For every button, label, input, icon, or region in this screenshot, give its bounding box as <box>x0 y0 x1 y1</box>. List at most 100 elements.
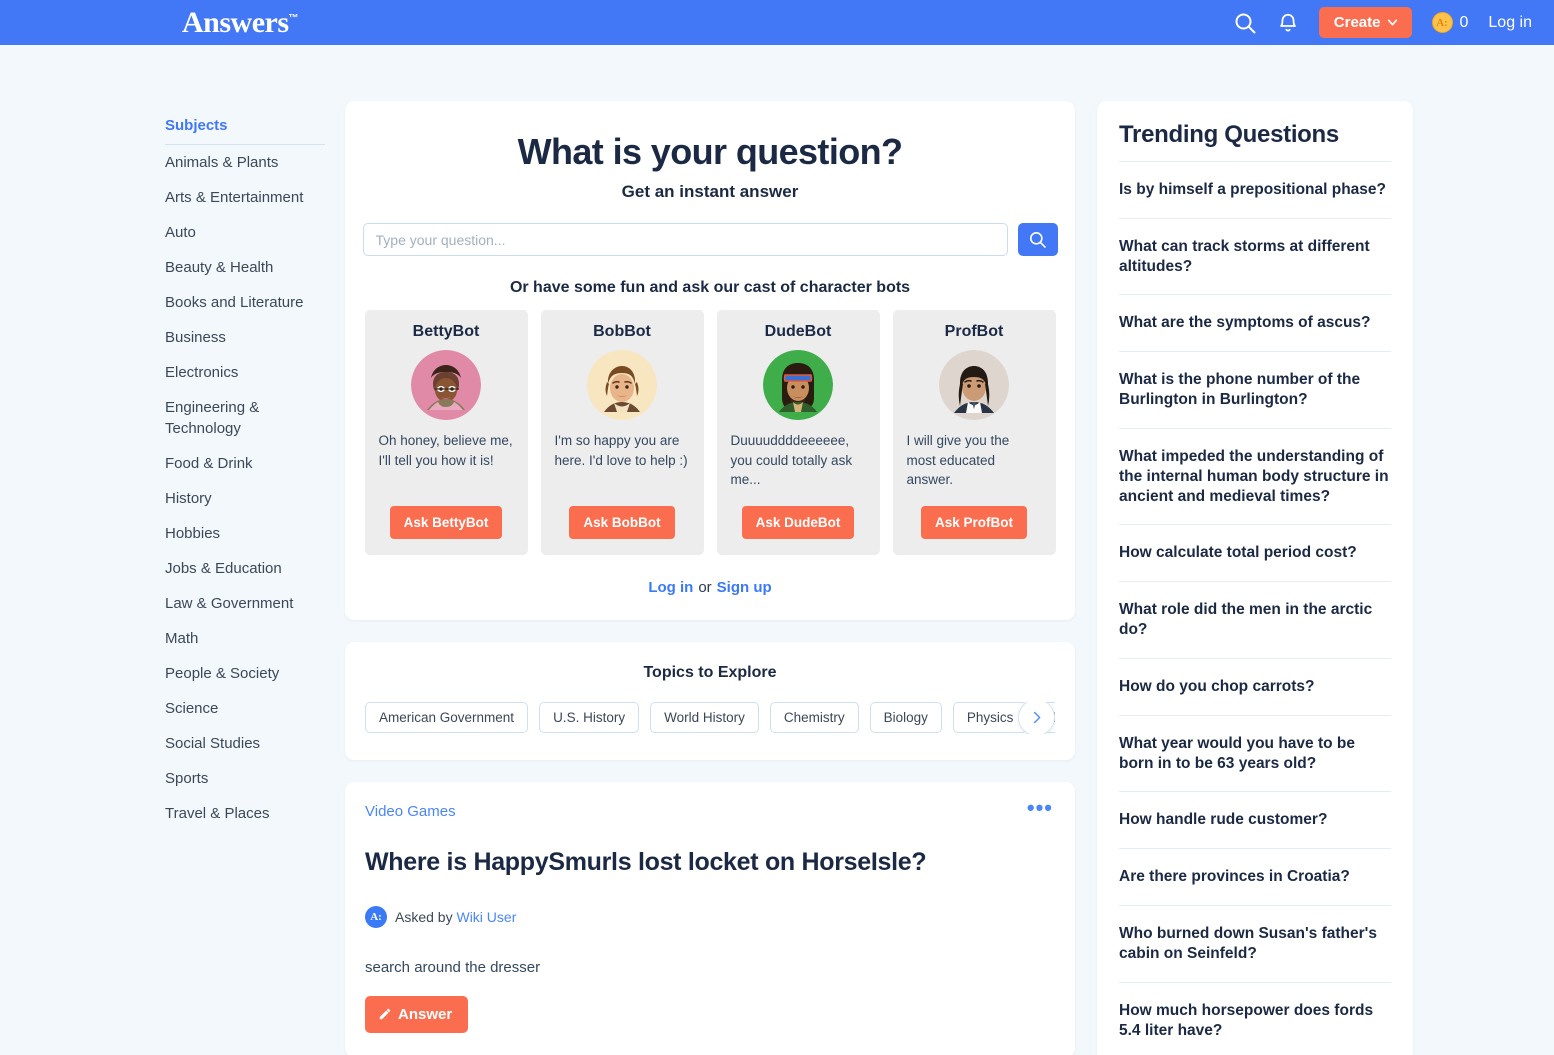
site-logo[interactable]: Answers™ <box>182 6 299 40</box>
trending-item[interactable]: How calculate total period cost? <box>1119 525 1391 583</box>
bot-card-bobbot[interactable]: BobBot I'm so happy you are here. I'd lo… <box>540 310 704 555</box>
search-icon <box>1029 231 1046 248</box>
ask-bettybot-button[interactable]: Ask BettyBot <box>389 505 503 539</box>
page-subtitle: Get an instant answer <box>621 182 799 201</box>
ask-dudebot-button[interactable]: Ask DudeBot <box>741 505 855 539</box>
pencil-icon <box>379 1008 391 1020</box>
trending-item[interactable]: What are the symptoms of ascus? <box>1119 295 1391 353</box>
bot-name: BobBot <box>593 323 651 340</box>
header-login-link[interactable]: Log in <box>1488 14 1532 32</box>
topics-to-explore-card: Topics to Explore American Government U.… <box>345 641 1075 760</box>
trending-item[interactable]: Are there provinces in Croatia? <box>1119 849 1391 907</box>
bot-card-bettybot[interactable]: BettyBot Oh honey, believe me, I'll tell… <box>364 310 528 555</box>
asked-by-user-link[interactable]: Wiki User <box>456 909 516 925</box>
sidebar-item-beauty-health[interactable]: Beauty & Health <box>165 250 315 285</box>
more-options-icon[interactable]: ••• <box>1027 796 1053 818</box>
chevron-down-icon <box>1387 19 1397 26</box>
trending-item[interactable]: How much horsepower does fords 5.4 liter… <box>1119 983 1391 1055</box>
trending-item[interactable]: Is by himself a prepositional phase? <box>1119 162 1391 219</box>
ask-profbot-button[interactable]: Ask ProfBot <box>920 505 1027 539</box>
profbot-avatar <box>939 350 1009 420</box>
ask-question-card: What is your question? Get an instant an… <box>345 101 1075 620</box>
top-navigation-bar: Answers™ Create A: 0 Log in <box>0 0 1554 45</box>
topics-next-button[interactable] <box>1018 701 1055 734</box>
question-category-link[interactable]: Video Games <box>365 803 1055 820</box>
trending-item[interactable]: What role did the men in the arctic do? <box>1119 582 1391 659</box>
question-title[interactable]: Where is HappySmurls lost locket on Hors… <box>365 848 1055 877</box>
trending-item[interactable]: Who burned down Susan's father's cabin o… <box>1119 906 1391 983</box>
sidebar-item-law-government[interactable]: Law & Government <box>165 586 315 621</box>
bobbot-avatar <box>587 350 657 420</box>
trademark-symbol: ™ <box>288 12 299 24</box>
subjects-sidebar: Subjects Animals & Plants Arts & Enterta… <box>0 45 345 1055</box>
topics-title: Topics to Explore <box>643 663 777 681</box>
sidebar-item-auto[interactable]: Auto <box>165 215 315 250</box>
trending-item[interactable]: What can track storms at different altit… <box>1119 219 1391 296</box>
header-actions: Create A: 0 Log in <box>1233 7 1532 38</box>
bettybot-avatar <box>411 350 481 420</box>
main-column: What is your question? Get an instant an… <box>345 45 1075 1055</box>
chevron-right-icon <box>1033 711 1041 723</box>
question-card-video-games: Video Games ••• Where is HappySmurls los… <box>345 781 1075 1055</box>
sidebar-item-animals-plants[interactable]: Animals & Plants <box>165 145 315 180</box>
trending-item[interactable]: What is the phone number of the Burlingt… <box>1119 352 1391 429</box>
trending-questions-sidebar: Trending Questions Is by himself a prepo… <box>1075 45 1535 1055</box>
create-button-label: Create <box>1333 14 1381 31</box>
points-balance[interactable]: A: 0 <box>1431 12 1468 33</box>
search-submit-button[interactable] <box>1017 223 1058 256</box>
coin-icon: A: <box>1431 12 1453 33</box>
sidebar-item-science[interactable]: Science <box>165 691 315 726</box>
sidebar-item-hobbies[interactable]: Hobbies <box>165 516 315 551</box>
sidebar-item-arts-entertainment[interactable]: Arts & Entertainment <box>165 180 315 215</box>
question-search-row <box>361 223 1059 256</box>
topics-carousel: American Government U.S. History World H… <box>365 701 1055 734</box>
dudebot-avatar <box>763 350 833 420</box>
topic-chip-american-government[interactable]: American Government <box>365 701 529 733</box>
sidebar-item-business[interactable]: Business <box>165 320 315 355</box>
login-link[interactable]: Log in <box>648 579 693 596</box>
question-search-input[interactable] <box>362 223 1008 256</box>
search-icon[interactable] <box>1233 11 1257 35</box>
question-meta: A: Asked by Wiki User <box>365 905 1055 928</box>
sidebar-item-sports[interactable]: Sports <box>165 761 315 796</box>
sidebar-title[interactable]: Subjects <box>165 117 325 145</box>
ask-bobbot-button[interactable]: Ask BobBot <box>569 505 675 539</box>
bot-quote: I'm so happy you are here. I'd love to h… <box>554 433 688 468</box>
sidebar-item-books-literature[interactable]: Books and Literature <box>165 285 315 320</box>
topic-chip-world-history[interactable]: World History <box>650 701 759 733</box>
login-signup-row: Log in or Sign up <box>361 579 1059 596</box>
trending-item[interactable]: How do you chop carrots? <box>1119 659 1391 716</box>
bot-quote: Duuuuddddeeeeee, you could totally ask m… <box>730 433 853 488</box>
sidebar-item-food-drink[interactable]: Food & Drink <box>165 446 315 481</box>
sidebar-item-travel-places[interactable]: Travel & Places <box>165 796 315 831</box>
topic-chip-us-history[interactable]: U.S. History <box>539 701 640 733</box>
trending-item[interactable]: What year would you have to be born in t… <box>1119 716 1391 793</box>
signup-link[interactable]: Sign up <box>717 579 772 596</box>
answer-button[interactable]: Answer <box>365 995 469 1033</box>
trending-item[interactable]: What impeded the understanding of the in… <box>1119 429 1391 526</box>
create-button[interactable]: Create <box>1318 7 1412 38</box>
sidebar-item-history[interactable]: History <box>165 481 315 516</box>
sidebar-item-social-studies[interactable]: Social Studies <box>165 726 315 761</box>
trending-questions-card: Trending Questions Is by himself a prepo… <box>1097 101 1413 1055</box>
sidebar-item-jobs-education[interactable]: Jobs & Education <box>165 551 315 586</box>
asked-by-text: Asked by Wiki User <box>395 909 516 925</box>
bot-card-profbot[interactable]: ProfBot I will give you the most educate… <box>892 310 1056 555</box>
topic-chip-chemistry[interactable]: Chemistry <box>769 701 859 733</box>
asked-by-prefix: Asked by <box>395 908 453 925</box>
trending-title: Trending Questions <box>1119 121 1391 162</box>
site-logo-text: Answers <box>182 5 289 39</box>
page-title: What is your question? <box>517 131 903 172</box>
sidebar-item-electronics[interactable]: Electronics <box>165 355 315 390</box>
question-answer-text: search around the dresser <box>365 958 541 976</box>
topic-chip-physics[interactable]: Physics <box>952 701 1028 733</box>
topic-chip-biology[interactable]: Biology <box>869 701 942 733</box>
sidebar-item-people-society[interactable]: People & Society <box>165 656 315 691</box>
page-body: Subjects Animals & Plants Arts & Enterta… <box>0 45 1554 1055</box>
sidebar-item-engineering-technology[interactable]: Engineering & Technology <box>165 390 315 446</box>
trending-item[interactable]: How handle rude customer? <box>1119 792 1391 850</box>
bot-card-dudebot[interactable]: DudeBot Duuuuddddeeeeee, you could total… <box>716 310 880 555</box>
sidebar-item-math[interactable]: Math <box>165 621 315 656</box>
bell-icon[interactable] <box>1277 12 1299 34</box>
avatar: A: <box>365 905 387 928</box>
